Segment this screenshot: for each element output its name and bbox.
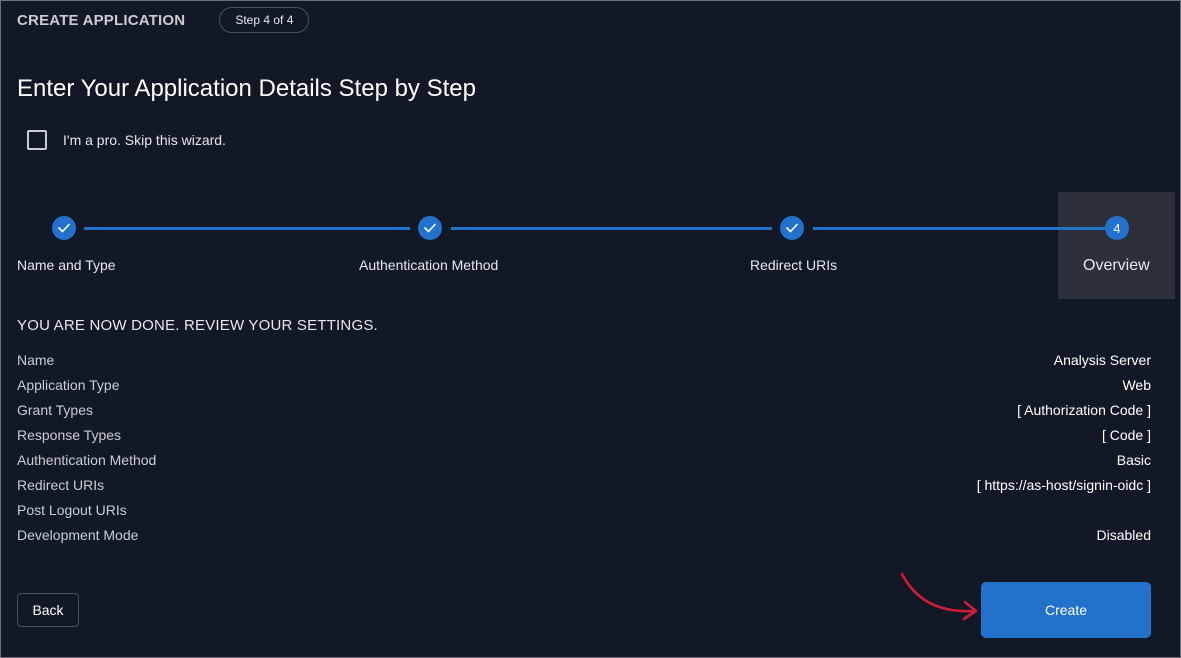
check-icon <box>786 223 798 233</box>
review-title: YOU ARE NOW DONE. REVIEW YOUR SETTINGS. <box>17 317 378 334</box>
page-title: Enter Your Application Details Step by S… <box>17 75 476 102</box>
setting-key: Response Types <box>17 426 122 443</box>
settings-row: Name Analysis Server <box>17 347 1151 372</box>
setting-key: Redirect URIs <box>17 476 105 493</box>
setting-value: Web <box>1122 376 1151 393</box>
skip-wizard-label: I'm a pro. Skip this wizard. <box>63 132 226 148</box>
step-connector <box>84 227 410 230</box>
step-badge: Step 4 of 4 <box>219 7 310 33</box>
annotation-arrow-icon <box>900 572 978 621</box>
setting-value: Disabled <box>1096 526 1151 543</box>
active-step-highlight <box>1058 192 1175 299</box>
page-header-title: CREATE APPLICATION <box>17 11 186 29</box>
setting-key: Grant Types <box>17 401 94 418</box>
step-4-indicator: 4 <box>1105 216 1129 240</box>
setting-key: Authentication Method <box>17 451 157 468</box>
setting-value: [ Code ] <box>1101 426 1151 443</box>
skip-wizard-checkbox[interactable] <box>27 130 47 150</box>
create-button[interactable]: Create <box>981 582 1151 638</box>
setting-key: Post Logout URIs <box>17 501 127 518</box>
step-2-indicator[interactable] <box>418 216 442 240</box>
step-2-label[interactable]: Authentication Method <box>359 257 498 273</box>
step-1-indicator[interactable] <box>52 216 76 240</box>
step-3-label[interactable]: Redirect URIs <box>750 257 837 273</box>
setting-value: [ Authorization Code ] <box>1017 401 1151 418</box>
check-icon <box>58 223 70 233</box>
settings-row: Application Type Web <box>17 372 1151 397</box>
setting-value: Analysis Server <box>1053 351 1151 368</box>
step-connector <box>813 227 1105 230</box>
wizard-stepper: 4 Name and Type Authentication Method Re… <box>1 191 1181 299</box>
step-connector <box>451 227 772 230</box>
settings-row: Redirect URIs [ https://as-host/signin-o… <box>17 472 1151 497</box>
settings-row: Development Mode Disabled <box>17 522 1151 547</box>
settings-row: Authentication Method Basic <box>17 447 1151 472</box>
settings-summary: Name Analysis Server Application Type We… <box>17 347 1151 547</box>
settings-row: Post Logout URIs <box>17 497 1151 522</box>
settings-row: Grant Types [ Authorization Code ] <box>17 397 1151 422</box>
header: CREATE APPLICATION Step 4 of 4 <box>17 6 310 34</box>
step-4-label: Overview <box>1083 257 1150 274</box>
setting-key: Development Mode <box>17 526 139 543</box>
setting-key: Name <box>17 351 55 368</box>
settings-row: Response Types [ Code ] <box>17 422 1151 447</box>
setting-value: Basic <box>1116 451 1151 468</box>
step-1-label[interactable]: Name and Type <box>17 257 116 273</box>
setting-key: Application Type <box>17 376 120 393</box>
step-3-indicator[interactable] <box>780 216 804 240</box>
skip-wizard-option[interactable]: I'm a pro. Skip this wizard. <box>27 130 226 150</box>
check-icon <box>424 223 436 233</box>
back-button[interactable]: Back <box>17 593 79 627</box>
setting-value: [ https://as-host/signin-oidc ] <box>976 476 1151 493</box>
